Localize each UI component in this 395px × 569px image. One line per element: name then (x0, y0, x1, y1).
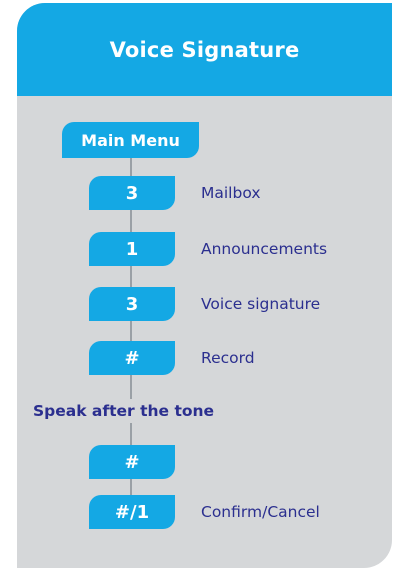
step-key-confirm-cancel: #/1 (89, 495, 175, 529)
connector-line (130, 375, 132, 399)
step-label-record: Record (201, 349, 255, 367)
connector-line (130, 210, 132, 232)
step-key-stop: # (89, 445, 175, 479)
instruction-text: Speak after the tone (33, 402, 215, 420)
step-label-confirm-cancel: Confirm/Cancel (201, 503, 320, 521)
step-key-announcements: 1 (89, 232, 175, 266)
step-label-announcements: Announcements (201, 240, 328, 258)
connector-line (130, 158, 132, 176)
step-label-voice-signature: Voice signature (201, 295, 321, 313)
connector-line (130, 423, 132, 445)
card-title: Voice Signature (17, 3, 392, 96)
main-menu-node: Main Menu (62, 122, 199, 158)
voice-signature-card: Voice Signature Main Menu 3 Mailbox 1 An… (17, 3, 392, 568)
step-key-voice-signature: 3 (89, 287, 175, 321)
connector-line (130, 479, 132, 495)
step-key-record: # (89, 341, 175, 375)
connector-line (130, 321, 132, 341)
connector-line (130, 266, 132, 287)
step-label-mailbox: Mailbox (201, 184, 261, 202)
step-key-mailbox: 3 (89, 176, 175, 210)
